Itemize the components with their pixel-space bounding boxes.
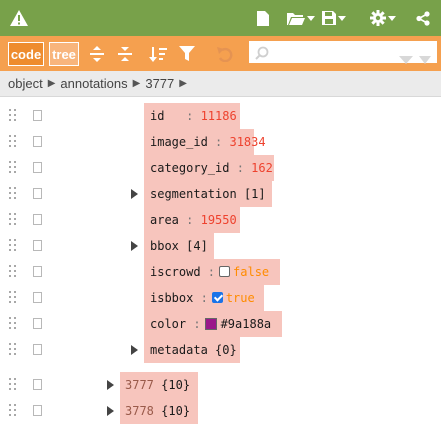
drag-handle-icon[interactable] bbox=[9, 343, 17, 357]
expand-icon[interactable] bbox=[131, 241, 138, 251]
field-key[interactable]: 3778 bbox=[125, 404, 154, 418]
expand-icon[interactable] bbox=[107, 406, 114, 416]
field-count: [4] bbox=[186, 239, 208, 253]
tree-row-id: id : 11186 bbox=[0, 103, 441, 129]
context-menu-icon[interactable] bbox=[33, 162, 42, 173]
field-key[interactable]: bbox bbox=[150, 239, 179, 253]
tree-row-area: area : 19550 bbox=[0, 207, 441, 233]
context-menu-icon[interactable] bbox=[33, 318, 42, 329]
tree-row-sibling: 3778 {10} bbox=[0, 398, 441, 424]
context-menu-icon[interactable] bbox=[33, 266, 42, 277]
new-document-icon[interactable] bbox=[253, 0, 273, 36]
tree-row-metadata: metadata {0} bbox=[0, 337, 441, 363]
context-menu-icon[interactable] bbox=[33, 292, 42, 303]
app-header bbox=[0, 0, 441, 36]
expand-all-icon[interactable] bbox=[86, 36, 108, 71]
search-input[interactable] bbox=[273, 43, 397, 63]
search-icon bbox=[255, 45, 269, 64]
field-value[interactable]: 19550 bbox=[201, 213, 237, 227]
share-icon[interactable] bbox=[412, 0, 434, 36]
boolean-checkbox[interactable] bbox=[219, 266, 231, 277]
field-count: {10} bbox=[161, 378, 191, 392]
tree-row-segmentation: segmentation [1] bbox=[0, 181, 441, 207]
warning-icon[interactable] bbox=[8, 0, 30, 36]
drag-handle-icon[interactable] bbox=[9, 135, 17, 149]
breadcrumb: object ▶ annotations ▶ 3777 ▶ bbox=[0, 71, 441, 97]
save-icon[interactable] bbox=[318, 0, 350, 36]
context-menu-icon[interactable] bbox=[33, 379, 42, 390]
breadcrumb-item-annotations[interactable]: annotations bbox=[60, 76, 127, 91]
tree-row-image-id: image_id : 31834 bbox=[0, 129, 441, 155]
tree-row-bbox: bbox [4] bbox=[0, 233, 441, 259]
breadcrumb-item-3777[interactable]: 3777 bbox=[145, 76, 174, 91]
drag-handle-icon[interactable] bbox=[9, 161, 17, 175]
expand-icon[interactable] bbox=[131, 189, 138, 199]
tree-mode-button[interactable]: tree bbox=[49, 42, 79, 66]
drag-handle-icon[interactable] bbox=[9, 265, 17, 279]
field-key[interactable]: segmentation bbox=[150, 187, 237, 201]
context-menu-icon[interactable] bbox=[33, 214, 42, 225]
drag-handle-icon[interactable] bbox=[9, 213, 17, 227]
expand-icon[interactable] bbox=[107, 380, 114, 390]
search-previous-icon[interactable] bbox=[419, 49, 431, 68]
field-value[interactable]: 162 bbox=[251, 161, 273, 175]
field-value[interactable]: false bbox=[233, 265, 269, 279]
breadcrumb-item-object[interactable]: object bbox=[8, 76, 43, 91]
field-count: [1] bbox=[243, 187, 266, 201]
json-tree: id : 11186 image_id : 31834 category_id … bbox=[0, 97, 441, 424]
drag-handle-icon[interactable] bbox=[9, 187, 17, 201]
tree-row-sibling: 3777 {10} bbox=[0, 372, 441, 398]
tree-row-category-id: category_id : 162 bbox=[0, 155, 441, 181]
code-mode-button[interactable]: code bbox=[8, 42, 44, 66]
drag-handle-icon[interactable] bbox=[9, 378, 17, 392]
search-next-icon[interactable] bbox=[399, 49, 413, 68]
context-menu-icon[interactable] bbox=[33, 405, 42, 416]
field-key[interactable]: area bbox=[150, 213, 179, 227]
field-value[interactable]: #9a188a bbox=[221, 317, 272, 331]
context-menu-icon[interactable] bbox=[33, 188, 42, 199]
context-menu-icon[interactable] bbox=[33, 136, 42, 147]
context-menu-icon[interactable] bbox=[33, 344, 42, 355]
search-box[interactable] bbox=[248, 40, 438, 64]
field-value[interactable]: 31834 bbox=[229, 135, 265, 149]
context-menu-icon[interactable] bbox=[33, 110, 42, 121]
expand-icon[interactable] bbox=[131, 345, 138, 355]
undo-icon[interactable] bbox=[214, 36, 236, 71]
field-key[interactable]: 3777 bbox=[125, 378, 154, 392]
filter-icon[interactable] bbox=[176, 36, 198, 71]
field-count: {10} bbox=[161, 404, 191, 418]
field-key[interactable]: isbbox bbox=[150, 291, 193, 305]
drag-handle-icon[interactable] bbox=[9, 109, 17, 123]
context-menu-icon[interactable] bbox=[33, 240, 42, 251]
field-key[interactable]: color bbox=[150, 317, 186, 331]
drag-handle-icon[interactable] bbox=[9, 317, 17, 331]
field-key[interactable]: iscrowd bbox=[150, 265, 201, 279]
field-count: {0} bbox=[215, 343, 237, 357]
field-value[interactable]: 11186 bbox=[201, 109, 237, 123]
field-key[interactable]: category_id bbox=[150, 161, 229, 175]
field-key[interactable]: metadata bbox=[150, 343, 208, 357]
breadcrumb-expand-icon[interactable]: ▶ bbox=[179, 78, 187, 89]
tree-row-isbbox: isbbox : true bbox=[0, 285, 441, 311]
breadcrumb-separator-icon: ▶ bbox=[132, 78, 141, 89]
settings-icon[interactable] bbox=[366, 0, 400, 36]
drag-handle-icon[interactable] bbox=[9, 404, 17, 418]
sort-icon[interactable] bbox=[146, 36, 170, 71]
color-swatch[interactable] bbox=[204, 318, 217, 330]
tree-row-iscrowd: iscrowd : false bbox=[0, 259, 441, 285]
drag-handle-icon[interactable] bbox=[9, 291, 17, 305]
drag-handle-icon[interactable] bbox=[9, 239, 17, 253]
open-folder-icon[interactable] bbox=[283, 0, 319, 36]
tree-row-color: color : #9a188a bbox=[0, 311, 441, 337]
boolean-checkbox[interactable] bbox=[211, 292, 223, 303]
collapse-all-icon[interactable] bbox=[114, 36, 136, 71]
field-key[interactable]: id bbox=[150, 109, 164, 123]
breadcrumb-separator-icon: ▶ bbox=[47, 78, 56, 89]
field-key[interactable]: image_id bbox=[150, 135, 208, 149]
field-value[interactable]: true bbox=[226, 291, 255, 305]
